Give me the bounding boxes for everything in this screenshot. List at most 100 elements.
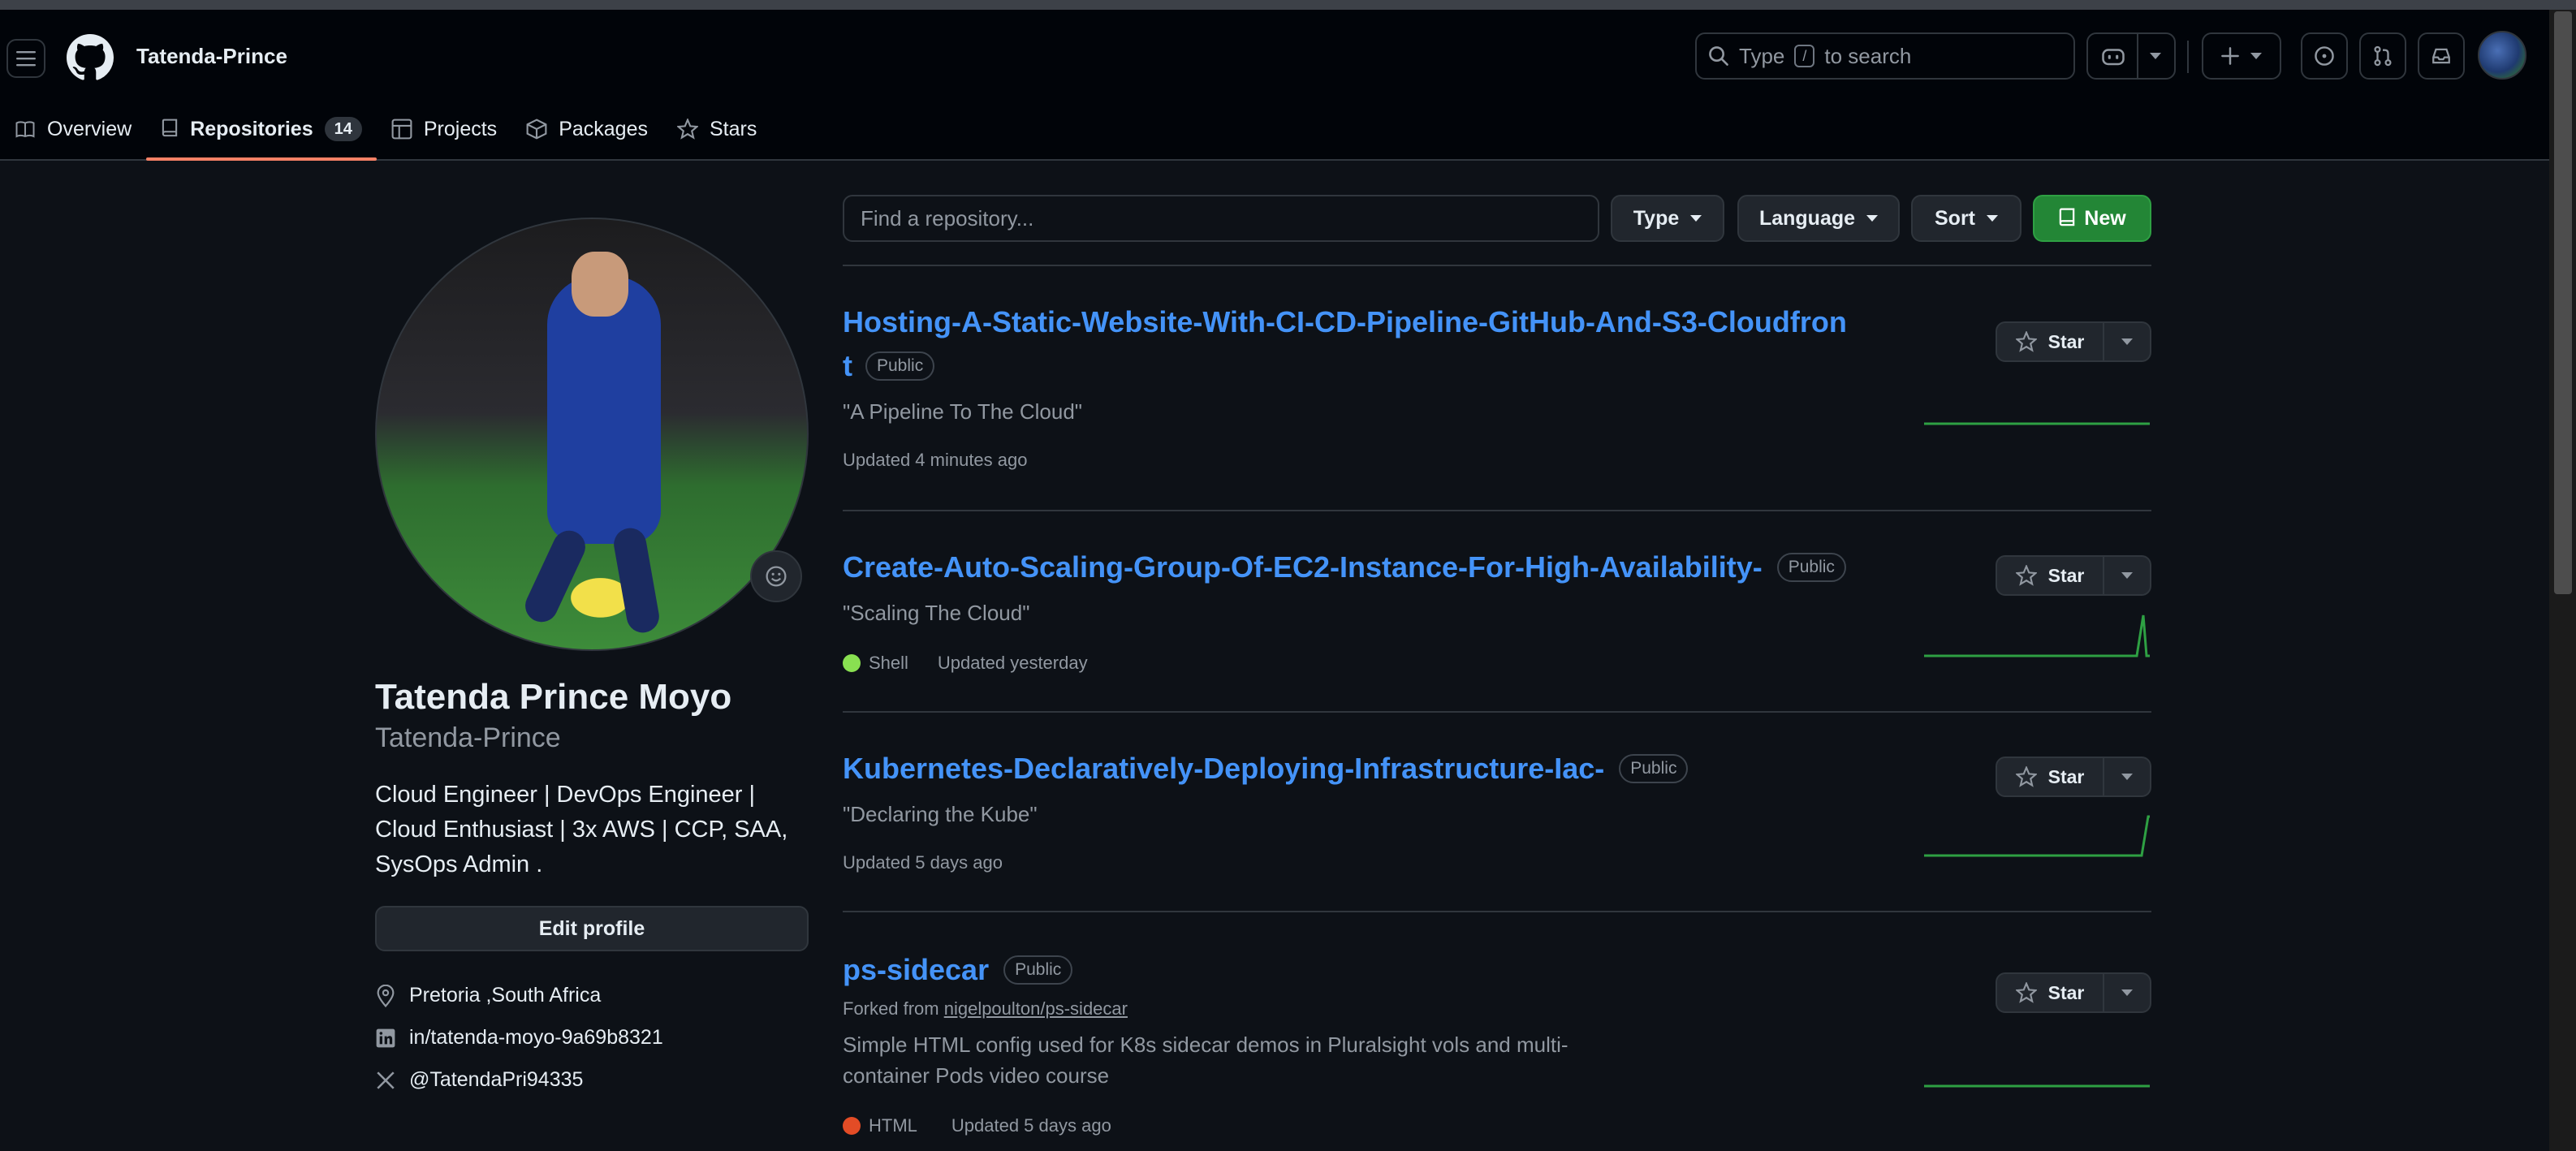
find-repository-input[interactable]: Find a repository... [843, 195, 1599, 242]
language-color-dot [843, 1117, 861, 1135]
star-icon [676, 119, 698, 140]
search-shortcut-key: / [1794, 45, 1815, 67]
star-button[interactable]: Star [1996, 757, 2104, 797]
copilot-icon [2102, 49, 2125, 66]
star-button[interactable]: Star [1996, 555, 2104, 596]
activity-sparkline [1924, 614, 2150, 657]
tab-overview-label: Overview [47, 117, 132, 140]
forked-source-link[interactable]: nigelpoulton/ps-sidecar [944, 998, 1128, 1019]
profile-avatar[interactable] [375, 218, 809, 651]
x-twitter-icon [377, 1071, 395, 1089]
location-icon [377, 984, 395, 1007]
chevron-down-icon [2121, 774, 2133, 780]
visibility-badge: Public [1003, 955, 1073, 985]
header-username[interactable]: Tatenda-Prince [136, 44, 287, 69]
search-placeholder-post: to search [1824, 43, 1912, 68]
repo-icon [162, 119, 178, 137]
tab-packages[interactable]: Packages [511, 99, 662, 159]
repo-name-ps-sidecar[interactable]: ps-sidecar Public [843, 953, 1073, 987]
repo-language: Shell [869, 653, 908, 673]
inbox-button[interactable] [2418, 32, 2465, 80]
sort-filter-button[interactable]: Sort [1911, 195, 2022, 242]
activity-sparkline [1924, 1084, 2150, 1088]
chevron-down-icon [2121, 572, 2133, 579]
tab-repositories[interactable]: Repositories 14 [146, 99, 377, 161]
github-logo-icon[interactable] [67, 34, 114, 81]
edit-profile-button[interactable]: Edit profile [375, 906, 809, 951]
tab-repositories-label: Repositories [190, 117, 313, 140]
copilot-button[interactable] [2086, 32, 2176, 80]
repo-name-kubernetes[interactable]: Kubernetes-Declaratively-Deploying-Infra… [843, 752, 1689, 786]
global-header: Tatenda-Prince Type / to search Overview… [0, 10, 2549, 161]
new-repository-button[interactable]: New [2033, 195, 2151, 242]
browser-top-strip [0, 0, 2576, 10]
repo-updated: Updated 5 days ago [843, 852, 1003, 873]
menu-button[interactable] [6, 39, 45, 78]
linkedin-icon [376, 1028, 395, 1047]
package-icon [526, 119, 547, 140]
location-text: Pretoria ,South Africa [409, 984, 602, 1007]
profile-login: Tatenda-Prince [375, 722, 561, 753]
star-button-group: Star [1996, 555, 2151, 596]
forked-from: Forked from nigelpoulton/ps-sidecar [843, 998, 1128, 1020]
star-list-dropdown[interactable] [2104, 321, 2151, 362]
repo-icon [2060, 208, 2075, 226]
repo-description: "Declaring the Kube" [843, 802, 1038, 826]
repo-description: "Scaling The Cloud" [843, 601, 1030, 625]
create-new-button[interactable] [2202, 32, 2281, 80]
repo-meta: Updated 5 days ago [843, 852, 1003, 873]
repo-name-continuation[interactable]: t Public [843, 349, 935, 383]
list-divider [843, 510, 2151, 511]
star-list-dropdown[interactable] [2104, 972, 2151, 1013]
global-search[interactable]: Type / to search [1695, 32, 2075, 80]
type-filter-button[interactable]: Type [1611, 195, 1724, 242]
star-list-dropdown[interactable] [2104, 555, 2151, 596]
star-label: Star [2047, 765, 2085, 787]
issues-button[interactable] [2301, 32, 2348, 80]
repo-name-hosting-static-website[interactable]: Hosting-A-Static-Website-With-CI-CD-Pipe… [843, 305, 1847, 339]
profile-linkedin[interactable]: in/tatenda-moyo-9a69b8321 [375, 1026, 663, 1050]
repositories-count: 14 [324, 117, 362, 141]
language-filter-button[interactable]: Language [1737, 195, 1900, 242]
profile-full-name: Tatenda Prince Moyo [375, 677, 732, 717]
set-status-button[interactable] [750, 550, 802, 602]
header-divider [2187, 41, 2189, 73]
pull-request-icon [2374, 45, 2392, 67]
repo-description-line1: Simple HTML config used for K8s sidecar … [843, 1032, 1568, 1057]
issue-icon [2315, 46, 2334, 66]
repo-updated: Updated 4 minutes ago [843, 450, 1028, 470]
chevron-down-icon [1987, 215, 1998, 222]
star-button-group: Star [1996, 757, 2151, 797]
scrollbar-thumb[interactable] [2554, 11, 2572, 594]
plus-icon [2221, 47, 2239, 65]
profile-twitter[interactable]: @TatendaPri94335 [375, 1068, 583, 1092]
twitter-link[interactable]: @TatendaPri94335 [409, 1068, 583, 1092]
forked-prefix: Forked from [843, 998, 939, 1019]
chevron-down-icon [1690, 215, 1702, 222]
chevron-down-icon [2121, 338, 2133, 345]
new-repository-label: New [2084, 206, 2126, 230]
chevron-down-icon [2121, 989, 2133, 996]
visibility-badge: Public [1619, 754, 1689, 783]
repo-description: "A Pipeline To The Cloud" [843, 399, 1083, 424]
profile-tabs: Overview Repositories 14 Projects Packag… [0, 99, 771, 161]
tab-projects-label: Projects [423, 117, 498, 140]
star-icon [2015, 565, 2037, 586]
visibility-badge: Public [1776, 553, 1846, 582]
linkedin-link[interactable]: in/tatenda-moyo-9a69b8321 [409, 1026, 663, 1050]
list-divider [843, 911, 2151, 912]
tab-stars[interactable]: Stars [662, 99, 771, 159]
repo-description-line2: container Pods video course [843, 1063, 1110, 1088]
tab-projects[interactable]: Projects [377, 99, 511, 159]
repo-meta: Shell Updated yesterday [843, 653, 1088, 674]
star-list-dropdown[interactable] [2104, 757, 2151, 797]
repo-name-auto-scaling[interactable]: Create-Auto-Scaling-Group-Of-EC2-Instanc… [843, 550, 1846, 584]
pull-requests-button[interactable] [2359, 32, 2406, 80]
user-avatar[interactable] [2478, 31, 2526, 80]
star-button[interactable]: Star [1996, 972, 2104, 1013]
star-button[interactable]: Star [1996, 321, 2104, 362]
language-color-dot [843, 654, 861, 672]
tab-overview[interactable]: Overview [0, 99, 146, 159]
chevron-down-icon [2150, 53, 2161, 59]
profile-bio: Cloud Engineer | DevOps Engineer | Cloud… [375, 782, 788, 877]
